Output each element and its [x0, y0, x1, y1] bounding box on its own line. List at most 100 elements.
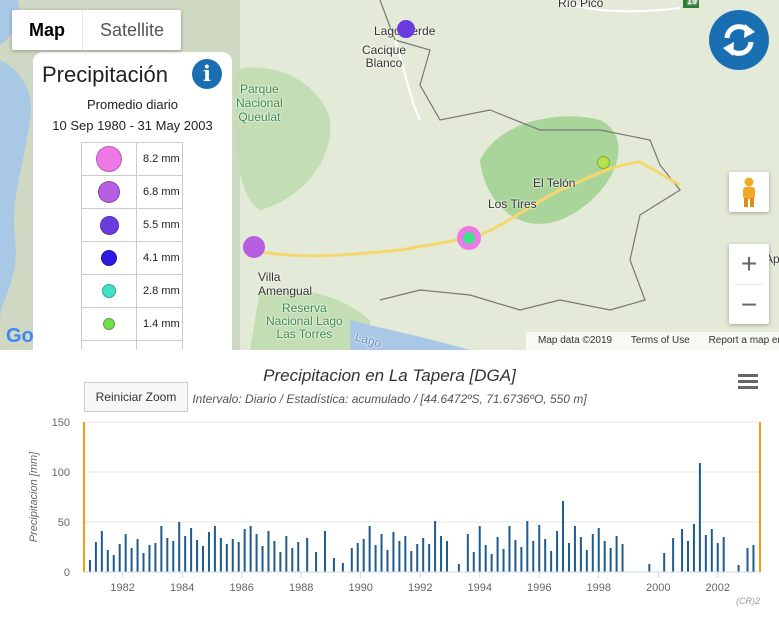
- legend-scale-label: 8.2 mm: [143, 153, 180, 165]
- legend-scale-swatch-cell: [82, 242, 137, 274]
- precip-bar: [591, 534, 594, 572]
- map-type-control: Map Satellite: [12, 10, 182, 50]
- precip-bar: [410, 551, 413, 572]
- precip-bar: [136, 539, 139, 572]
- precip-bar: [562, 501, 565, 572]
- legend-scale-dot: [96, 146, 122, 172]
- precip-bar: [374, 545, 377, 572]
- precip-bar: [350, 548, 353, 572]
- report-map-error-link[interactable]: Report a map error: [709, 335, 779, 346]
- map-type-satellite-button[interactable]: Satellite: [82, 10, 181, 50]
- precip-bar: [698, 463, 701, 572]
- precip-bar: [219, 538, 222, 572]
- precip-bar: [166, 538, 169, 572]
- precip-bar: [603, 541, 606, 572]
- x-tick-label: 1992: [408, 582, 432, 594]
- precip-bar: [490, 554, 493, 572]
- x-tick-label: 1996: [527, 582, 551, 594]
- y-tick-label: 50: [58, 517, 70, 529]
- precip-bar: [124, 534, 127, 572]
- legend-scale-swatch-cell: [82, 176, 137, 208]
- precip-bar: [267, 531, 270, 572]
- map-view[interactable]: Río Pico 19 Lago Verde Cacique Blanco Pa…: [0, 0, 779, 350]
- precip-bar: [332, 558, 335, 572]
- precip-bar: [434, 521, 437, 572]
- legend-scale-row: 0.1 mm: [82, 341, 182, 350]
- precip-bar: [746, 548, 749, 572]
- refresh-button[interactable]: [709, 10, 769, 70]
- legend-scale-label: 6.8 mm: [143, 186, 180, 198]
- precip-bar: [112, 555, 115, 572]
- precip-bar: [88, 560, 91, 572]
- precip-bar: [520, 547, 523, 572]
- precip-bar: [148, 545, 151, 572]
- x-tick-label: 1988: [289, 582, 313, 594]
- terms-of-use-link[interactable]: Terms of Use: [631, 335, 690, 346]
- precip-bar: [237, 542, 240, 572]
- precip-bar: [196, 540, 199, 572]
- legend-scale-row: 5.5 mm: [82, 209, 182, 242]
- station-marker-la-tapera[interactable]: [457, 226, 481, 250]
- precip-bar: [306, 538, 309, 572]
- precip-bar: [567, 543, 570, 572]
- station-marker-el-telon[interactable]: [597, 156, 610, 169]
- x-tick-label: 1990: [348, 582, 372, 594]
- precip-bar: [356, 543, 359, 572]
- precip-bar: [422, 538, 425, 572]
- precip-bar: [362, 539, 365, 572]
- map-label-villa-amengual: Villa Amengual: [258, 270, 313, 298]
- precip-bar: [496, 537, 499, 572]
- precip-bar: [202, 546, 205, 572]
- chart-credits: (CR)2: [736, 596, 760, 606]
- precip-bar: [273, 541, 276, 572]
- precip-bar: [100, 531, 103, 572]
- y-tick-label: 0: [64, 567, 70, 579]
- station-marker-inner: [463, 232, 475, 244]
- x-tick-label: 1986: [229, 582, 253, 594]
- precip-bar: [130, 548, 133, 572]
- station-marker-villa-amengual[interactable]: [243, 236, 265, 258]
- precip-bar: [466, 534, 469, 572]
- map-label-cacique-blanco: Cacique Blanco: [362, 43, 407, 70]
- precip-bar: [716, 543, 719, 572]
- precip-bar: [538, 525, 541, 572]
- pegman-icon: [743, 177, 755, 207]
- precip-bar: [579, 537, 582, 572]
- precip-bar: [207, 532, 210, 572]
- y-axis-label: Precipitacion [mm]: [28, 451, 40, 542]
- station-marker-lago-verde[interactable]: [397, 20, 415, 38]
- precip-bar: [261, 546, 264, 572]
- legend-scale: 8.2 mm 6.8 mm 5.5 mm 4.1 mm 2.8 mm 1.4 mm 0.1 …: [81, 142, 183, 350]
- zoom-in-button[interactable]: +: [729, 244, 769, 284]
- map-type-map-button[interactable]: Map: [12, 10, 82, 50]
- precip-bar: [324, 531, 327, 572]
- x-tick-label: 1994: [467, 582, 491, 594]
- x-tick-label: 1982: [110, 582, 134, 594]
- legend-scale-dot: [103, 318, 115, 330]
- precip-bar: [737, 565, 740, 572]
- legend-scale-swatch-cell: [82, 341, 137, 350]
- legend-scale-row: 8.2 mm: [82, 143, 182, 176]
- map-label-reserva-las-torres: Reserva Nacional Lago Las Torres: [266, 301, 343, 341]
- precip-bar: [585, 550, 588, 572]
- street-view-pegman-button[interactable]: [729, 172, 769, 212]
- zoom-control: + −: [729, 244, 769, 324]
- precip-bar: [341, 563, 344, 572]
- precip-bar: [508, 526, 511, 572]
- route-badge: 19: [687, 0, 698, 6]
- precip-bar: [315, 552, 318, 572]
- x-tick-label: 1984: [170, 582, 194, 594]
- precip-bar: [526, 521, 529, 572]
- legend-subtitle: Promedio diario: [86, 97, 179, 112]
- legend-scale-swatch-cell: [82, 143, 137, 175]
- precip-bar: [550, 551, 553, 572]
- legend-scale-row: 6.8 mm: [82, 176, 182, 209]
- precip-bar: [243, 529, 246, 572]
- precip-bar: [225, 544, 228, 572]
- legend-scale-swatch-cell: [82, 308, 137, 340]
- precip-bar: [142, 553, 145, 572]
- info-icon[interactable]: i: [192, 59, 222, 89]
- precip-bar: [752, 545, 755, 572]
- zoom-out-button[interactable]: −: [729, 285, 769, 325]
- reset-zoom-button[interactable]: Reiniciar Zoom: [84, 382, 188, 412]
